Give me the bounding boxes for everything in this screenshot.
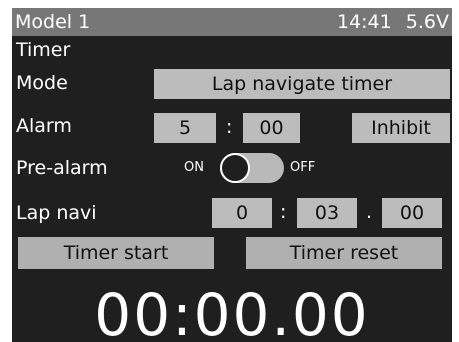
timer-display: 00:00.00 xyxy=(94,281,370,342)
mode-select[interactable]: Lap navigate timer xyxy=(154,69,450,99)
alarm-separator: : xyxy=(226,116,233,138)
mode-label: Mode xyxy=(16,72,68,94)
alarm-label: Alarm xyxy=(16,115,72,137)
screen-title: Timer xyxy=(16,39,71,61)
timer-reset-button[interactable]: Timer reset xyxy=(246,237,442,269)
lapnavi-seconds-field[interactable]: 00 xyxy=(382,198,442,228)
status-right: 14:41 5.6V xyxy=(337,8,449,36)
alarm-minutes-field[interactable]: 5 xyxy=(154,113,216,143)
lapnavi-hours-field[interactable]: 0 xyxy=(212,198,272,228)
alarm-seconds-field[interactable]: 00 xyxy=(243,113,300,143)
lapnavi-separator-colon: : xyxy=(280,201,287,223)
timer-start-button[interactable]: Timer start xyxy=(18,237,214,269)
battery-voltage: 5.6V xyxy=(405,11,449,33)
inhibit-button[interactable]: Inhibit xyxy=(352,113,450,143)
model-name: Model 1 xyxy=(15,11,91,33)
prealarm-off-label: OFF xyxy=(290,160,316,175)
clock-time: 14:41 xyxy=(336,11,392,33)
toggle-knob xyxy=(220,153,250,183)
lapnavi-minutes-field[interactable]: 03 xyxy=(297,198,357,228)
prealarm-label: Pre-alarm xyxy=(16,157,108,179)
prealarm-toggle-switch[interactable] xyxy=(220,153,284,183)
lapnavi-separator-dot: . xyxy=(366,201,373,223)
timer-screen: Model 1 14:41 5.6V Timer Mode Lap naviga… xyxy=(12,8,452,342)
status-bar: Model 1 14:41 5.6V xyxy=(12,8,452,36)
prealarm-on-label: ON xyxy=(184,160,204,175)
lapnavi-label: Lap navi xyxy=(16,202,97,224)
